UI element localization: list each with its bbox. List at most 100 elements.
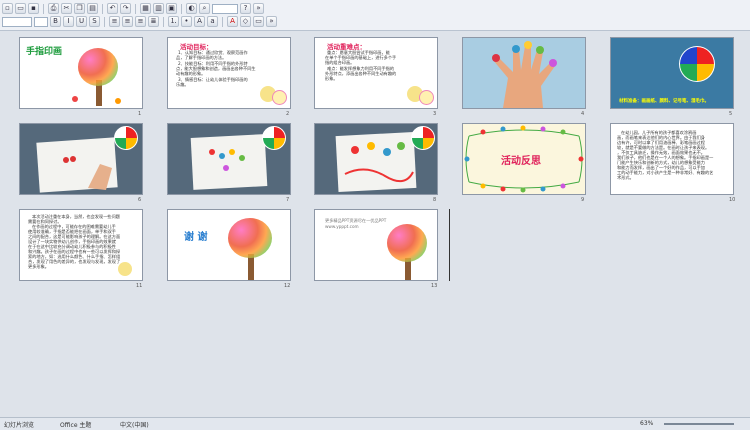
toolbar-row-1: ▫ ▭ ▪ ⎙ ✂ ❐ ▤ ↶ ↷ ▦ ▥ ▣ ◐ ⌕ ? » [2,2,264,15]
painting-photo-image [20,124,142,194]
toolbar-row-2: B I U S ≡ ≡ ≡ ≣ ⒈ • A a A ◇ ▭ » [2,15,277,28]
slide-line: 品，了解手指印画的方法。 [176,55,227,60]
slide-number: 7 [286,197,290,203]
slide-thumbnail-4[interactable] [462,37,586,109]
new-slide-icon[interactable]: ▭ [253,16,264,27]
slide-line: 术形式。 [617,175,634,180]
toolbar-separator [222,16,223,27]
numbering-icon[interactable]: ⒈ [168,16,179,27]
cartoon-character-icon [419,90,434,105]
design-icon[interactable]: ◇ [240,16,251,27]
tree-dot [78,48,118,86]
slide-thumbnail-8[interactable] [314,123,438,195]
zoom-level[interactable]: 63% [640,420,653,427]
slide-line: 更多形象。 [28,264,49,269]
slide-sorter: 手指印画 1 活动目标： 1、认知目标：通过欣赏、观察范画作 品，了解手指印画的… [0,31,750,417]
materials-caption: 材料准备：画画纸、颜料、记号笔、湿毛巾。 [619,99,709,104]
paste-icon[interactable]: ▤ [87,3,98,14]
undo-icon[interactable]: ↶ [107,3,118,14]
italic-icon[interactable]: I [63,16,74,27]
status-language: 中文(中国) [120,422,149,429]
slide-line: 形象。 [325,76,338,81]
slide-line: 动有趣的形象。 [176,71,206,76]
zoom-field[interactable] [212,3,238,14]
save-icon[interactable]: ▪ [28,3,39,14]
slide-thumbnail-1[interactable]: 手指印画 [19,37,143,109]
slide-line: 更多精品PPT资源尽在—优品PPT [325,218,387,223]
cut-icon[interactable]: ✂ [61,3,72,14]
tree-dot [72,96,78,102]
slide-number: 9 [581,197,585,203]
slide-thumbnail-12[interactable]: 谢 谢 [167,209,291,281]
slide-thumbnail-6[interactable] [19,123,143,195]
insertion-cursor [449,209,450,281]
painting-photo-image [168,124,290,194]
align-center-icon[interactable]: ≡ [122,16,133,27]
insert-table-icon[interactable]: ▦ [140,3,151,14]
copy-icon[interactable]: ❐ [74,3,85,14]
open-file-icon[interactable]: ▭ [15,3,26,14]
slide-number: 8 [433,197,437,203]
underline-icon[interactable]: U [76,16,87,27]
slide-number: 3 [433,111,437,117]
slide-number: 12 [284,283,291,289]
slide-thumbnail-2[interactable]: 活动目标： 1、认知目标：通过欣赏、观察范画作 品，了解手指印画的方法。 2、技… [167,37,291,109]
insert-picture-icon[interactable]: ▣ [166,3,177,14]
cartoon-character-icon [272,90,287,105]
new-file-icon[interactable]: ▫ [2,3,13,14]
slide-number: 6 [138,197,142,203]
slide-number: 1 [138,111,142,117]
toolbar-separator [102,3,103,14]
decrease-font-icon[interactable]: a [207,16,218,27]
tree-dot [228,218,272,258]
align-right-icon[interactable]: ≡ [135,16,146,27]
slide-thumbnail-3[interactable]: 活动重难点： 重点：愿意大胆尝试手指印画，能 在单个手指印画的基础上，进行多个手… [314,37,438,109]
slide-number: 13 [431,283,438,289]
cartoon-character-icon [118,262,132,276]
font-size-field[interactable] [34,16,48,27]
more-icon[interactable]: » [266,16,277,27]
slide-number: 5 [729,111,733,117]
status-bar: 幻灯片浏览 Office 主题 中文(中国) 63% [0,417,750,430]
insert-chart-icon[interactable]: ▥ [153,3,164,14]
slide-title: 活动反思 [501,156,541,167]
slide-line: 乐趣。 [176,82,189,87]
bold-icon[interactable]: B [50,16,61,27]
slide-thumbnail-10[interactable]: 在幼儿园，儿子所有的孩子都喜欢涂鸦画 画，而画笔来表达他们的内心世界。由于我们身… [610,123,734,195]
distribute-icon[interactable]: ≣ [148,16,159,27]
bullets-icon[interactable]: • [181,16,192,27]
zoom-slider[interactable] [664,423,734,425]
increase-font-icon[interactable]: A [194,16,205,27]
zoom-icon[interactable]: ⌕ [199,3,210,14]
slide-number: 2 [286,111,290,117]
tree-dot [115,98,121,104]
painting-photo-image [315,124,437,194]
status-theme: Office 主题 [60,422,92,429]
slide-number: 11 [136,283,143,289]
slide-thumbnail-9[interactable]: 活动反思 [462,123,586,195]
grayscale-icon[interactable]: ◐ [186,3,197,14]
shadow-icon[interactable]: S [89,16,100,27]
hand-print-image [463,38,585,108]
slide-thumbnail-13[interactable]: 更多精品PPT资源尽在—优品PPT www.ypppt.com [314,209,438,281]
help-icon[interactable]: ? [240,3,251,14]
font-color-icon[interactable]: A [227,16,238,27]
slide-thumbnail-11[interactable]: 本次活动注重在本身，当然，也会发现一些问题 需要在和同探讨。 在作画的过程中，可… [19,209,143,281]
toolbar-separator [43,3,44,14]
align-left-icon[interactable]: ≡ [109,16,120,27]
slide-line: www.ypppt.com [325,224,359,229]
more-icon[interactable]: » [253,3,264,14]
slide-title: 手指印画 [26,47,63,57]
tree-dot [387,224,427,262]
slide-title: 谢 谢 [184,232,208,243]
slide-line: 指的组合印画。 [325,60,355,65]
print-icon[interactable]: ⎙ [48,3,59,14]
toolbar-separator [163,16,164,27]
toolbar-separator [104,16,105,27]
toolbar-separator [181,3,182,14]
font-name-field[interactable] [2,16,32,27]
status-view: 幻灯片浏览 [4,422,35,429]
slide-thumbnail-5[interactable]: 材料准备：画画纸、颜料、记号笔、湿毛巾。 [610,37,734,109]
slide-thumbnail-7[interactable] [167,123,291,195]
redo-icon[interactable]: ↷ [120,3,131,14]
